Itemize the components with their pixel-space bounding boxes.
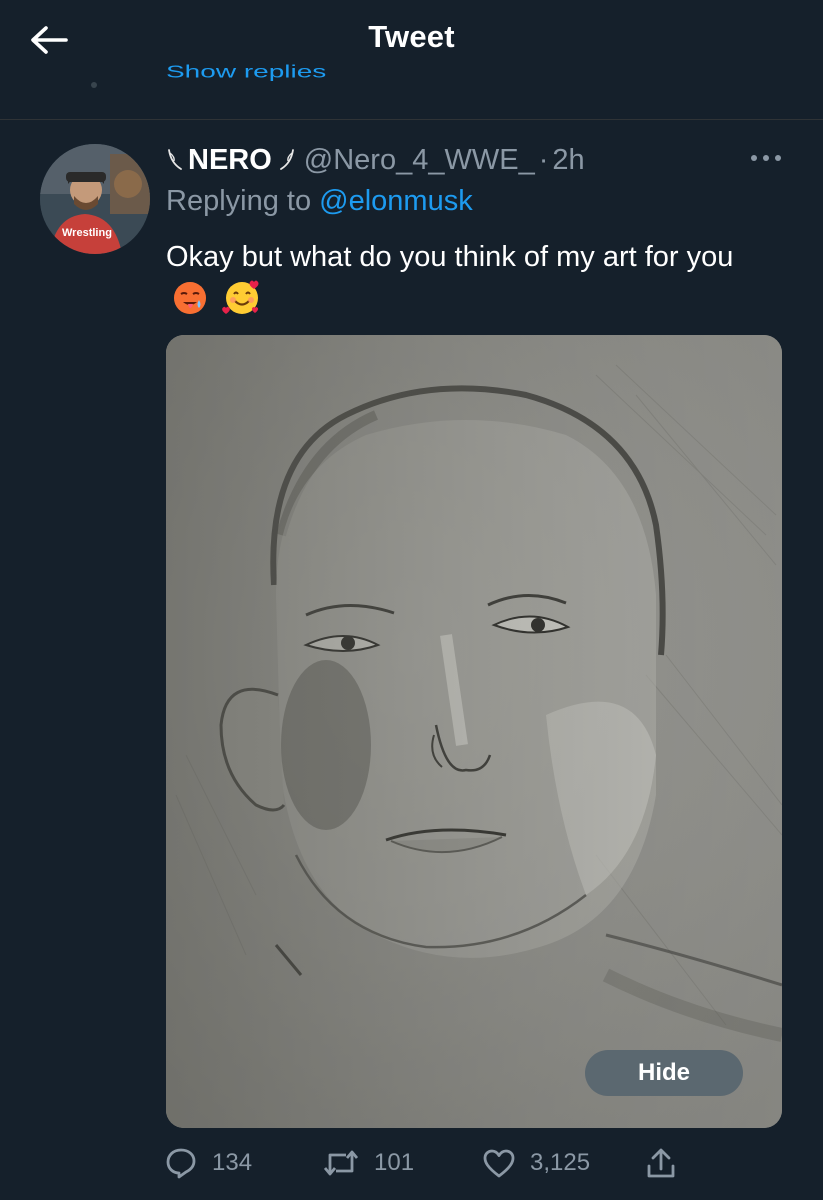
more-icon — [751, 155, 781, 161]
tweet-body: Okay but what do you think of my art for… — [166, 241, 734, 273]
share-icon — [647, 1148, 675, 1178]
tweet-media-image[interactable] — [166, 335, 782, 1128]
more-options-button[interactable] — [746, 140, 786, 176]
thread-dot — [91, 82, 97, 88]
replying-to: Replying to @elonmusk — [166, 185, 473, 218]
tweet-text: Okay but what do you think of my art for… — [166, 237, 776, 328]
reply-button[interactable]: 134 — [164, 1140, 252, 1186]
retweet-icon — [323, 1150, 359, 1176]
smiling-face-with-hearts-emoji — [222, 278, 262, 328]
hide-button[interactable]: Hide — [585, 1050, 743, 1096]
thread-connector: Show replies — [0, 60, 823, 118]
pencil-sketch-portrait — [166, 335, 782, 1128]
avatar[interactable]: Wrestling — [40, 144, 150, 254]
timestamp[interactable]: 2h — [552, 144, 584, 177]
svg-text:Wrestling: Wrestling — [62, 227, 112, 239]
reply-count: 134 — [212, 1149, 253, 1176]
share-button[interactable] — [646, 1140, 690, 1186]
leaf-icon — [168, 149, 182, 170]
avatar-image: Wrestling — [40, 144, 150, 254]
retweet-button[interactable]: 101 — [322, 1140, 414, 1186]
page-title: Tweet — [368, 19, 455, 54]
separator: · — [538, 143, 549, 176]
reply-icon — [166, 1148, 196, 1179]
show-replies-link[interactable]: Show replies — [166, 62, 326, 82]
divider — [0, 119, 823, 120]
display-name[interactable]: NERO — [188, 144, 272, 177]
user-handle[interactable]: @Nero_4_WWE_ — [304, 144, 535, 177]
retweet-count: 101 — [374, 1149, 415, 1176]
replying-prefix: Replying to — [166, 185, 312, 217]
like-button[interactable]: 3,125 — [482, 1140, 590, 1186]
tweet-author-row: NERO @Nero_4_WWE_ · 2h — [166, 140, 585, 180]
tweet-actions: 134 101 3,125 — [0, 1140, 823, 1186]
replying-to-link[interactable]: @elonmusk — [319, 185, 473, 217]
leaf-icon — [279, 149, 294, 170]
like-count: 3,125 — [530, 1149, 591, 1176]
like-icon — [483, 1149, 515, 1178]
hot-face-emoji — [172, 280, 208, 328]
